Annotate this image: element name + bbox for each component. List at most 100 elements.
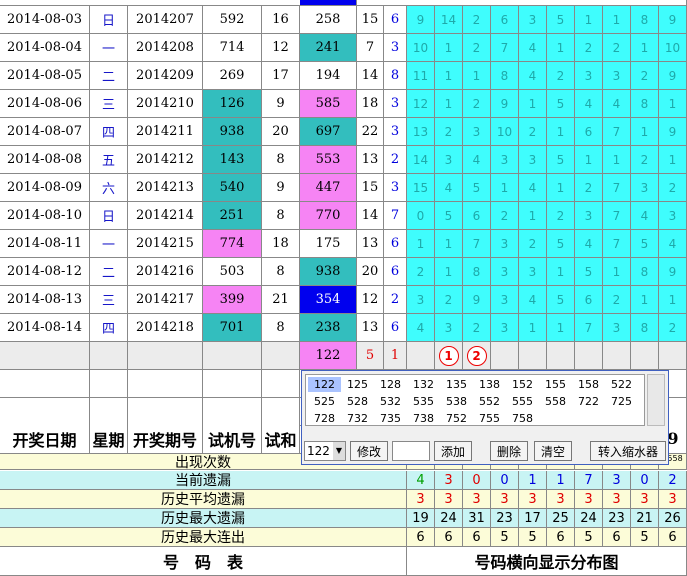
list-scrollbar[interactable] <box>647 374 665 426</box>
draw-number-cell: 238 <box>300 314 357 342</box>
pool-select[interactable]: 122 ▼ <box>304 441 346 461</box>
pool-number-item[interactable]: 528 <box>341 394 374 409</box>
stats-value: 0 <box>463 471 491 490</box>
stats-value: 3 <box>407 490 435 509</box>
pool-select-value: 122 <box>307 444 330 458</box>
trial-number-cell: 714 <box>203 34 262 62</box>
chevron-down-icon[interactable]: ▼ <box>333 442 345 460</box>
pool-number-item[interactable]: 155 <box>539 377 572 392</box>
stats-label: 历史最大连出 <box>0 528 407 547</box>
distribution-cell: 3 <box>491 286 519 314</box>
pool-number-item[interactable]: 522 <box>605 377 638 392</box>
stats-value: 23 <box>603 509 631 528</box>
weekday-cell: 四 <box>90 118 128 146</box>
draw-sum-cell: 15 <box>357 174 384 202</box>
import-to-filter-button[interactable]: 转入缩水器 <box>590 441 666 461</box>
pool-number-item[interactable]: 132 <box>407 377 440 392</box>
distribution-cell: 1 <box>519 202 547 230</box>
draw-sum-cell: 7 <box>357 34 384 62</box>
add-button[interactable]: 添加 <box>434 441 472 461</box>
stats-value: 6 <box>547 528 575 547</box>
predicted-span-cell: 1 <box>384 342 407 370</box>
empty-cell <box>262 342 300 370</box>
distribution-cell: 1 <box>463 62 491 90</box>
stats-value: 5 <box>491 528 519 547</box>
pool-number-item[interactable]: 552 <box>473 394 506 409</box>
date-cell: 2014-08-07 <box>0 118 90 146</box>
pool-number-item[interactable]: 135 <box>440 377 473 392</box>
pool-number-item[interactable]: 752 <box>440 411 473 426</box>
distribution-cell: 1 <box>435 90 463 118</box>
distribution-cell: 4 <box>519 286 547 314</box>
pool-number-item[interactable]: 732 <box>341 411 374 426</box>
distribution-cell: 1 <box>547 34 575 62</box>
pool-number-item[interactable]: 532 <box>374 394 407 409</box>
distribution-cell: 2 <box>463 34 491 62</box>
weekday-cell: 日 <box>90 6 128 34</box>
pool-number-item[interactable]: 722 <box>572 394 605 409</box>
number-input[interactable] <box>392 441 430 461</box>
pool-number-item[interactable]: 558 <box>539 394 572 409</box>
stats-value: 3 <box>575 490 603 509</box>
distribution-cell: 5 <box>575 258 603 286</box>
pool-number-item[interactable]: 728 <box>308 411 341 426</box>
pool-number-item[interactable]: 152 <box>506 377 539 392</box>
header-trial: 试机号 <box>203 424 262 454</box>
weekday-cell: 二 <box>90 62 128 90</box>
pool-number-item[interactable]: 735 <box>374 411 407 426</box>
pool-number-item[interactable]: 128 <box>374 377 407 392</box>
blank-cell <box>262 370 300 398</box>
trial-number-cell: 701 <box>203 314 262 342</box>
weekday-cell: 三 <box>90 90 128 118</box>
pool-number-item[interactable]: 755 <box>473 411 506 426</box>
clear-button[interactable]: 清空 <box>534 441 572 461</box>
stats-value: 6 <box>603 528 631 547</box>
stats-value: 25 <box>547 509 575 528</box>
header-period: 开奖期号 <box>128 424 203 454</box>
pool-number-item[interactable]: 538 <box>440 394 473 409</box>
draw-number-cell: 770 <box>300 202 357 230</box>
modify-button[interactable]: 修改 <box>350 441 388 461</box>
draw-span-cell: 8 <box>384 62 407 90</box>
distribution-cell: 2 <box>575 34 603 62</box>
number-pool-list[interactable]: 122 125 128 132 135 138 152 155 158 522 525 528 532 5… <box>305 374 645 426</box>
distribution-cell: 3 <box>631 174 659 202</box>
pool-number-item[interactable]: 158 <box>572 377 605 392</box>
weekday-cell: 一 <box>90 34 128 62</box>
period-cell: 2014215 <box>128 230 203 258</box>
period-cell: 2014211 <box>128 118 203 146</box>
pool-number-item[interactable]: 138 <box>473 377 506 392</box>
pool-number-item[interactable]: 535 <box>407 394 440 409</box>
pool-number-item[interactable]: 758 <box>506 411 539 426</box>
period-cell: 2014216 <box>128 258 203 286</box>
distribution-cell: 14 <box>407 146 435 174</box>
prediction-dist-cell: 1 <box>435 342 463 370</box>
trial-sum-cell: 8 <box>262 258 300 286</box>
distribution-cell: 1 <box>575 6 603 34</box>
distribution-cell: 8 <box>631 6 659 34</box>
date-cell: 2014-08-08 <box>0 146 90 174</box>
pool-number-item[interactable]: 725 <box>605 394 638 409</box>
distribution-cell: 14 <box>435 6 463 34</box>
trial-number-cell: 399 <box>203 286 262 314</box>
draw-span-cell: 6 <box>384 6 407 34</box>
date-cell: 2014-08-03 <box>0 6 90 34</box>
pool-number-item[interactable]: 525 <box>308 394 341 409</box>
weekday-cell: 二 <box>90 258 128 286</box>
header-date: 开奖日期 <box>0 424 90 454</box>
pool-number-item[interactable]: 122 <box>308 377 341 392</box>
distribution-cell: 1 <box>575 146 603 174</box>
stats-value: 31 <box>463 509 491 528</box>
distribution-cell: 4 <box>519 34 547 62</box>
predicted-ball: 1 <box>438 345 459 366</box>
date-cell: 2014-08-09 <box>0 174 90 202</box>
distribution-cell: 1 <box>603 258 631 286</box>
weekday-cell: 六 <box>90 174 128 202</box>
distribution-cell: 2 <box>603 286 631 314</box>
pool-number-item[interactable]: 738 <box>407 411 440 426</box>
delete-button[interactable]: 删除 <box>490 441 528 461</box>
distribution-cell: 3 <box>491 258 519 286</box>
trial-number-cell: 540 <box>203 174 262 202</box>
pool-number-item[interactable]: 555 <box>506 394 539 409</box>
pool-number-item[interactable]: 125 <box>341 377 374 392</box>
